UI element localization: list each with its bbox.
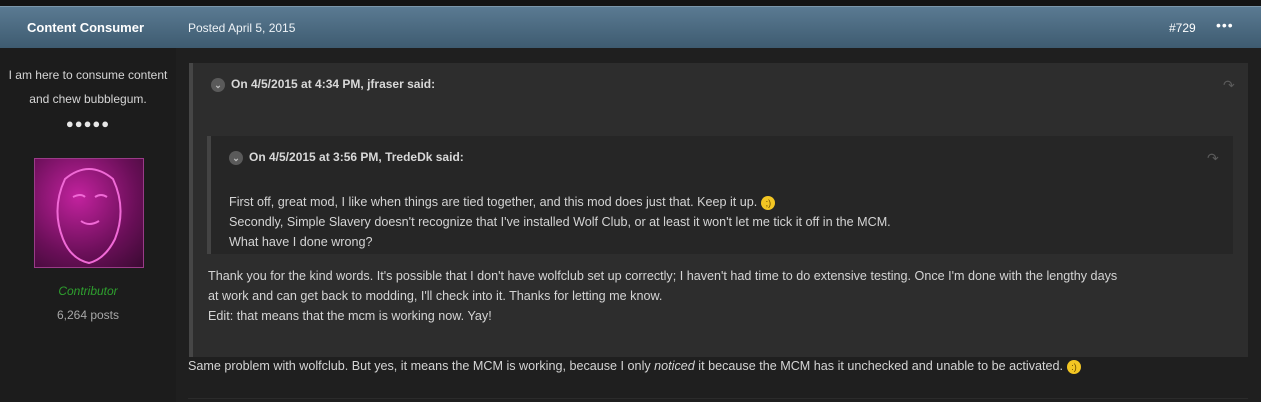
emphasis-text: noticed: [654, 359, 695, 373]
member-title-line1: I am here to consume content: [8, 68, 168, 82]
quote-inner-header[interactable]: ⌄ On 4/5/2015 at 3:56 PM, TredeDk said:: [229, 150, 464, 165]
chevron-down-icon[interactable]: ⌄: [211, 77, 225, 92]
post-body: Same problem with wolfclub. But yes, it …: [188, 359, 1082, 374]
quote-outer-citation: On 4/5/2015 at 4:34 PM, jfraser said:: [231, 77, 436, 91]
smile-emoji-icon: :): [1067, 359, 1082, 374]
member-title-line2: and chew bubblegum.: [29, 92, 147, 106]
post-date[interactable]: Posted April 5, 2015: [188, 21, 295, 35]
post-header: Content Consumer Posted April 5, 2015 #7…: [0, 6, 1261, 48]
post-number-link[interactable]: #729: [1169, 21, 1196, 35]
quote-outer-line2: at work and can get back to modding, I'l…: [208, 289, 663, 303]
author-sidebar: I am here to consume content and chew bu…: [0, 48, 176, 402]
quote-outer-line1: Thank you for the kind words. It's possi…: [208, 269, 1118, 283]
quote-inner-body: First off, great mod, I like when things…: [229, 192, 891, 252]
more-options-icon[interactable]: •••: [1216, 17, 1234, 33]
quote-inner-line2: Secondly, Simple Slavery doesn't recogni…: [229, 215, 891, 229]
author-name[interactable]: Content Consumer: [27, 20, 144, 35]
quote-outer-header[interactable]: ⌄ On 4/5/2015 at 4:34 PM, jfraser said:: [211, 77, 435, 92]
wink-emoji-icon: ;): [761, 195, 776, 210]
member-group: Contributor: [58, 284, 118, 298]
post-count: 6,264 posts: [56, 308, 120, 322]
post-divider: [188, 398, 1248, 399]
chevron-down-icon[interactable]: ⌄: [229, 150, 243, 165]
quote-inner-line3: What have I done wrong?: [229, 235, 373, 249]
quote-inner-citation: On 4/5/2015 at 3:56 PM, TredeDk said:: [249, 150, 464, 164]
share-icon[interactable]: ↷: [1223, 77, 1235, 94]
quote-outer-body: Thank you for the kind words. It's possi…: [208, 266, 1238, 326]
quote-outer-line3: Edit: that means that the mcm is working…: [208, 309, 492, 323]
quote-inner-line1: First off, great mod, I like when things…: [229, 192, 891, 212]
rank-pips: ●●●●●: [65, 116, 111, 131]
avatar[interactable]: [34, 158, 144, 268]
share-icon[interactable]: ↷: [1207, 150, 1219, 167]
quote-inner: ⌄ On 4/5/2015 at 3:56 PM, TredeDk said: ↷…: [207, 136, 1233, 254]
